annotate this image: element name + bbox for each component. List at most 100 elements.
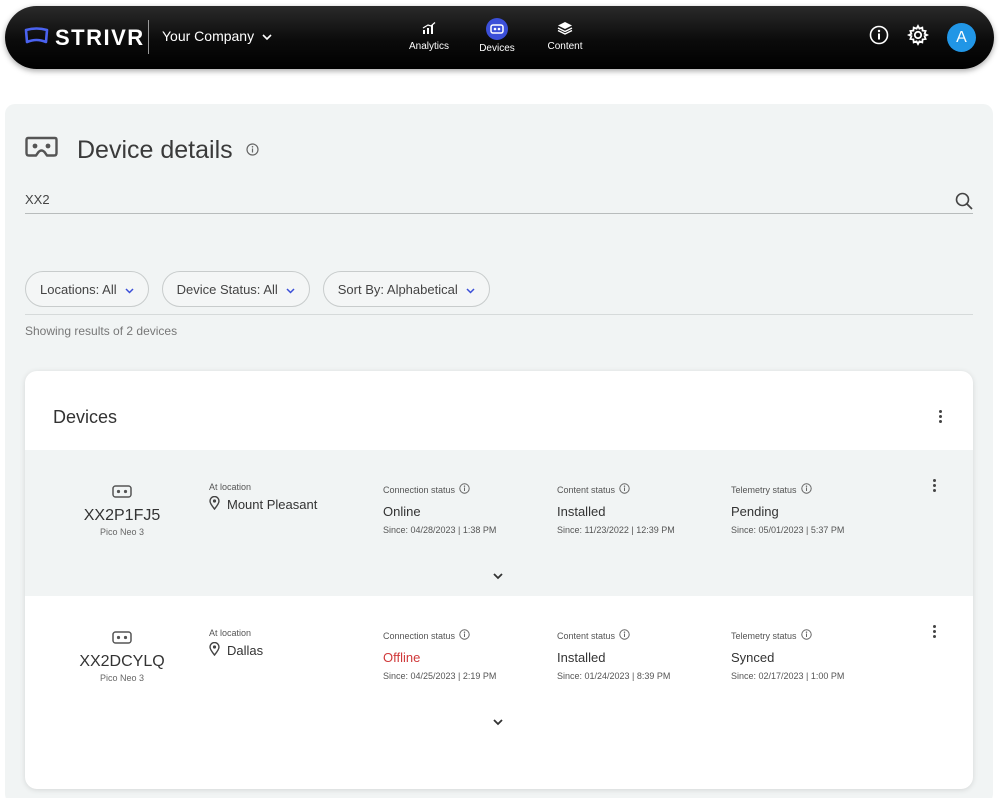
chevron-down-icon [286,282,295,297]
location-label: At location [209,482,252,492]
devices-card: Devices XX2P1FJ5 Pico Neo 3 At location … [25,371,973,789]
telemetry-status-value: Synced [731,650,775,665]
telemetry-status-label-text: Telemetry status [731,630,797,641]
content-status-value: Installed [557,650,606,665]
analytics-icon [418,18,440,38]
info-icon[interactable] [800,483,812,496]
layers-icon [554,18,576,38]
devices-card-title: Devices [53,407,118,427]
device-name[interactable]: XX2P1FJ5 [75,507,169,525]
chevron-down-icon[interactable] [493,713,503,731]
filter-bar: Locations: All Device Status: All Sort B… [25,271,490,307]
telemetry-status-since: Since: 02/17/2023 | 1:00 PM [731,671,845,681]
device-identity: XX2P1FJ5 Pico Neo 3 [75,485,169,537]
company-name: Your Company [162,28,255,44]
content-status-label: Content status [557,629,670,642]
info-icon[interactable] [459,483,470,496]
connection-status-since: Since: 04/25/2023 | 2:19 PM [383,671,497,681]
strivr-logo-icon [24,26,49,50]
gear-icon[interactable] [906,24,930,51]
search-bar [25,188,973,214]
headset-icon [486,18,508,40]
location-value: Mount Pleasant [209,495,318,513]
top-nav-bar: STRIVR Your Company Analytics Devices Co… [5,6,994,69]
devices-card-menu-icon[interactable] [935,410,945,423]
content-status-label-text: Content status [557,484,616,495]
headset-icon [112,631,132,648]
connection-status-column: Connection status Offline Since: 04/25/2… [383,629,496,681]
locations-filter[interactable]: Locations: All [25,271,149,307]
connection-status-value: Online [383,504,421,519]
connection-status-since: Since: 04/28/2023 | 1:38 PM [383,525,497,535]
telemetry-status-value: Pending [731,504,779,519]
info-icon[interactable] [619,629,630,642]
connection-status-value: Offline [383,650,421,665]
device-status-filter[interactable]: Device Status: All [161,271,310,307]
location-column: At location Dallas [209,628,263,659]
device-model: Pico Neo 3 [99,527,145,537]
user-avatar[interactable]: A [947,23,976,52]
device-row[interactable]: XX2P1FJ5 Pico Neo 3 At location Mount Pl… [25,450,973,596]
nav-analytics[interactable]: Analytics [395,18,463,54]
nav-devices[interactable]: Devices [463,18,531,54]
headset-icon [25,136,58,165]
telemetry-status-label: Telemetry status [731,629,844,642]
row-menu-icon[interactable] [929,625,939,638]
divider [25,314,973,315]
content-status-label-text: Content status [557,630,616,641]
nav-right-actions: A [869,23,976,52]
search-input[interactable] [25,192,925,207]
content-status-value: Installed [557,504,606,519]
chevron-down-icon [262,28,272,44]
sort-by-filter-label: Sort By: Alphabetical [337,281,458,297]
map-pin-icon [209,495,220,513]
map-pin-icon [209,641,220,659]
device-name[interactable]: XX2DCYLQ [75,653,169,671]
content-status-column: Content status Installed Since: 11/23/20… [557,483,675,535]
telemetry-status-label: Telemetry status [731,483,844,496]
chevron-down-icon [466,282,475,297]
location-name: Mount Pleasant [227,497,318,512]
location-value: Dallas [209,641,264,659]
main-nav: Analytics Devices Content [395,18,599,54]
page-header: Device details [25,136,259,165]
nav-devices-label: Devices [479,43,515,54]
nav-analytics-label: Analytics [408,41,449,52]
telemetry-status-since: Since: 05/01/2023 | 5:37 PM [731,525,845,535]
location-label: At location [209,628,252,638]
device-row[interactable]: XX2DCYLQ Pico Neo 3 At location Dallas C… [25,596,973,742]
content-status-since: Since: 01/24/2023 | 8:39 PM [557,671,671,681]
brand-divider [148,20,149,54]
telemetry-status-label-text: Telemetry status [731,484,797,495]
telemetry-status-column: Telemetry status Synced Since: 02/17/202… [731,629,844,681]
info-icon[interactable] [800,629,812,642]
page-title: Device details [77,136,233,164]
sort-by-filter[interactable]: Sort By: Alphabetical [322,271,490,307]
info-icon[interactable] [459,629,470,642]
chevron-down-icon[interactable] [493,567,503,585]
connection-status-label-text: Connection status [383,484,456,495]
location-column: At location Mount Pleasant [209,482,317,513]
device-identity: XX2DCYLQ Pico Neo 3 [75,631,169,683]
content-status-column: Content status Installed Since: 01/24/20… [557,629,670,681]
telemetry-status-column: Telemetry status Pending Since: 05/01/20… [731,483,844,535]
search-icon[interactable] [955,192,973,215]
company-selector[interactable]: Your Company [162,28,272,44]
device-model: Pico Neo 3 [99,673,145,683]
content-status-label: Content status [557,483,675,496]
connection-status-label: Connection status [383,483,496,496]
info-icon[interactable] [619,483,630,496]
info-icon[interactable] [246,143,259,161]
location-name: Dallas [227,643,264,658]
content-status-since: Since: 11/23/2022 | 12:39 PM [557,525,675,535]
brand-logo[interactable]: STRIVR [24,25,145,51]
brand-name: STRIVR [55,25,145,50]
results-count: Showing results of 2 devices [25,324,178,338]
chevron-down-icon [125,282,134,297]
nav-content[interactable]: Content [531,18,599,54]
info-icon[interactable] [869,25,889,50]
headset-icon [112,485,132,502]
main-panel: Device details Locations: All Device Sta… [5,104,993,798]
locations-filter-label: Locations: All [40,281,117,297]
row-menu-icon[interactable] [929,479,939,492]
